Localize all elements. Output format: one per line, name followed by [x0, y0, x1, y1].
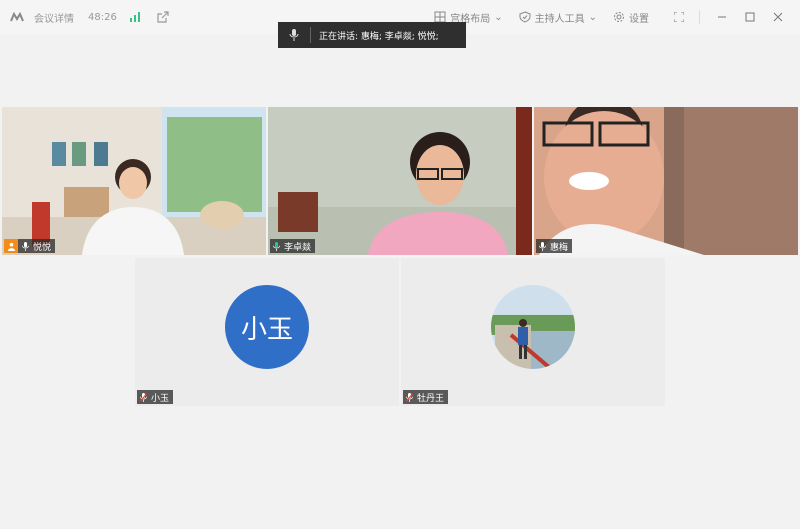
- close-button[interactable]: [764, 0, 792, 34]
- fullscreen-icon: [674, 12, 684, 22]
- video-tile-participant-1[interactable]: 悦悦: [2, 107, 266, 255]
- meeting-timer: 48:26: [88, 11, 117, 23]
- fullscreen-button[interactable]: [665, 0, 693, 34]
- avatar: 小玉: [225, 284, 309, 369]
- microphone-icon: [22, 241, 29, 251]
- host-badge-icon: [4, 239, 18, 253]
- signal-strength-icon[interactable]: [129, 12, 141, 22]
- participant-name-tag: 惠梅: [536, 239, 573, 253]
- app-logo-icon: [10, 12, 24, 22]
- host-tools-label: 主持人工具: [534, 13, 585, 25]
- minimize-button[interactable]: [708, 0, 736, 34]
- maximize-icon: [745, 12, 755, 22]
- video-feed: [2, 107, 266, 255]
- gear-icon: [614, 12, 624, 22]
- speaking-text: 正在讲话: 惠梅; 李卓燚; 悦悦;: [319, 31, 439, 42]
- banner-divider: [310, 27, 311, 43]
- microphone-muted-icon: [140, 392, 147, 402]
- title-bar-right: 宫格布局 ⌄ 主持人工具 ⌄ 设置: [434, 0, 792, 34]
- participant-name-tag: 李卓燚: [270, 239, 316, 253]
- meeting-details-link[interactable]: 会议详情: [34, 10, 74, 25]
- speaking-indicator: 正在讲话: 惠梅; 李卓燚; 悦悦;: [278, 22, 466, 48]
- participant-name: 悦悦: [33, 242, 52, 253]
- video-tile-participant-3[interactable]: 惠梅: [534, 107, 798, 255]
- chevron-down-icon: ⌄: [494, 11, 503, 23]
- participant-name: 牡丹王: [417, 393, 445, 404]
- avatar: [491, 284, 575, 369]
- participant-name: 李卓燚: [284, 242, 312, 253]
- video-feed: [268, 107, 532, 255]
- microphone-muted-icon: [406, 392, 413, 402]
- avatar-tile-participant-5[interactable]: 牡丹王: [401, 258, 665, 406]
- settings-label: 设置: [629, 13, 649, 25]
- close-icon: [773, 12, 783, 22]
- microphone-icon: [539, 241, 546, 251]
- share-external-icon[interactable]: [157, 11, 169, 23]
- chevron-down-icon: ⌄: [588, 11, 597, 23]
- microphone-speaking-icon: [273, 241, 280, 251]
- avatar-tile-participant-4[interactable]: 小玉 小玉: [135, 258, 399, 406]
- participant-name-tag: 小玉: [137, 390, 174, 404]
- shield-icon: [519, 11, 531, 23]
- minimize-icon: [718, 16, 726, 18]
- participant-name-tag: 悦悦: [4, 239, 56, 253]
- participant-name-tag: 牡丹王: [403, 390, 449, 404]
- participant-name: 惠梅: [550, 242, 569, 253]
- microphone-icon: [284, 29, 304, 41]
- title-bar-left: 会议详情 48:26: [10, 0, 169, 34]
- video-tile-participant-2[interactable]: 李卓燚: [268, 107, 532, 255]
- video-feed: [534, 107, 798, 255]
- maximize-button[interactable]: [736, 0, 764, 34]
- participant-name: 小玉: [151, 393, 170, 404]
- settings-button[interactable]: 设置: [613, 10, 649, 25]
- host-tools-button[interactable]: 主持人工具 ⌄: [519, 10, 597, 25]
- title-separator: [699, 10, 700, 24]
